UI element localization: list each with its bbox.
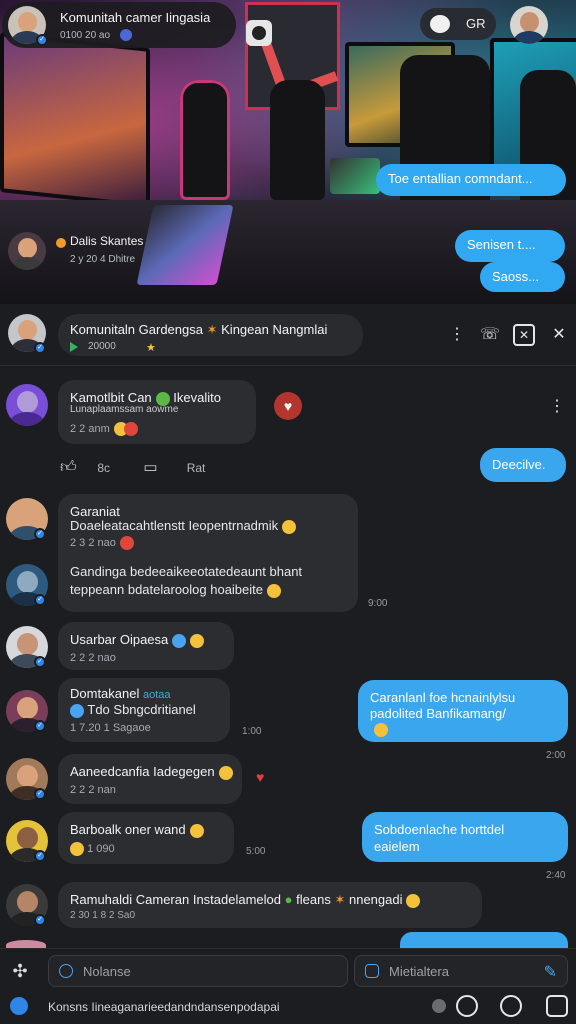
keyboard <box>330 158 380 194</box>
verified-icon: ✓ <box>34 594 46 606</box>
text-format-icon[interactable] <box>365 964 379 978</box>
avatar[interactable] <box>510 6 548 44</box>
message-bubble[interactable]: Ramuhaldi Cameran Instadelamelod ● flean… <box>58 882 482 928</box>
status-dot <box>432 999 446 1013</box>
message-time: 2:40 <box>546 870 566 881</box>
flame-icon <box>56 238 66 248</box>
gaming-chair <box>180 80 230 200</box>
verified-icon: ✓ <box>34 528 46 540</box>
secondary-input[interactable]: Mietialtera ✎ <box>354 955 568 987</box>
phone-icon[interactable]: ☏ <box>479 324 501 346</box>
hero-bubble: Senisen t.... <box>455 230 565 262</box>
pen-icon[interactable]: ✎ <box>544 962 557 982</box>
more-vertical-icon[interactable]: ⋮ <box>546 396 568 418</box>
close-icon[interactable]: ✕ <box>548 324 570 346</box>
input-bar: ✣ Nolanse Mietialtera ✎ Konsns Iineagana… <box>0 948 576 1024</box>
caption-meta: 2 y 20 4 Dhitre <box>70 254 136 265</box>
verified-icon: ✓ <box>36 34 48 46</box>
avatar[interactable] <box>6 384 48 426</box>
hero-video-panel[interactable]: ✓ Komunitah camer Iingasia 0100 20 ao GR… <box>0 0 576 304</box>
message-bubble[interactable]: Barboalk oner wand 1 090 <box>58 812 234 864</box>
verified-icon: ✓ <box>34 656 46 668</box>
verified-icon: ✓ <box>34 720 46 732</box>
outgoing-bubble[interactable]: Deecilve. <box>480 448 566 482</box>
hero-bubble: Toe entallian comndant... <box>376 164 566 196</box>
message-bubble[interactable]: Usarbar Oipaesa 2 2 2 nao <box>58 622 234 670</box>
chat-subtitle: 20000 <box>88 341 116 352</box>
sticker-icon[interactable]: ✣ <box>8 959 32 983</box>
message-time: 5:00 <box>246 846 266 857</box>
message-time: 2:00 <box>546 750 566 761</box>
bottom-text: Konsns Iineaganarieedandndansenpodapai <box>48 1000 280 1014</box>
keyboard <box>136 205 234 285</box>
message-bubble[interactable]: Aaneedcanfia Iadegegen 2 2 2 nan <box>58 754 242 804</box>
monitor-left <box>0 32 150 208</box>
verified-icon: ✓ <box>34 788 46 800</box>
like-icon[interactable]: 👍︎ <box>60 458 80 477</box>
reply-icon[interactable]: ▭ <box>143 458 163 476</box>
outgoing-bubble[interactable]: Caranlanl foe hcnainlylsu padolited Banf… <box>358 680 568 742</box>
status-icon <box>120 29 132 41</box>
hero-title: Komunitah camer Iingasia <box>60 10 211 25</box>
outgoing-bubble-partial[interactable] <box>400 932 568 948</box>
more-vertical-icon[interactable]: ⋮ <box>446 324 468 346</box>
message-bubble[interactable]: Garaniat Doaeleatacahtlenstt Ieopentrnad… <box>58 494 358 612</box>
emoji <box>374 723 388 737</box>
chat-title-pill[interactable]: Komunitaln Gardengsa ✶ Kingean Nangmlai … <box>58 314 363 356</box>
link-icon <box>430 15 450 33</box>
copy-icon[interactable] <box>546 995 568 1017</box>
message-bubble[interactable]: Kamotlbit Can Ikevalito Lunaplaamssam ao… <box>58 380 256 444</box>
outgoing-bubble[interactable]: Sobdoenlache horttdel eaielem <box>362 812 568 862</box>
chat-header: ✓ Komunitaln Gardengsa ✶ Kingean Nangmla… <box>0 304 576 366</box>
message-bubble[interactable]: Domtakanel aotaa Tdo Sbngcdritianel 1 7.… <box>58 678 230 742</box>
message-time: 9:00 <box>368 598 388 609</box>
avatar[interactable] <box>8 232 46 270</box>
clock-icon[interactable] <box>456 995 478 1017</box>
camera-icon[interactable] <box>246 20 272 46</box>
verified-icon: ✓ <box>34 342 46 354</box>
hero-subtitle: 0100 20 ao <box>60 30 111 41</box>
attach-icon[interactable] <box>59 964 73 978</box>
at-icon[interactable] <box>500 995 522 1017</box>
heart-reaction-icon[interactable]: ♥ <box>274 392 302 420</box>
caption-name: Dalis Skantes <box>70 234 144 248</box>
gaming-chair <box>270 80 325 200</box>
star-icon: ★ <box>146 342 156 354</box>
hero-header[interactable]: ✓ Komunitah camer Iingasia 0100 20 ao <box>2 2 236 48</box>
video-icon[interactable]: ✕ <box>513 324 535 346</box>
message-time: 1:00 <box>242 726 262 737</box>
hero-action-button[interactable]: GR <box>420 8 496 40</box>
message-input[interactable]: Nolanse <box>48 955 348 987</box>
verified-icon: ✓ <box>34 914 46 926</box>
verified-icon: ✓ <box>34 850 46 862</box>
chat-title: Komunitaln Gardengsa ✶ Kingean Nangmlai <box>70 322 328 337</box>
hero-bubble: Saoss... <box>480 262 565 292</box>
play-icon <box>70 342 78 352</box>
reaction-row: 👍︎ 8c ▭ Rat <box>60 458 206 477</box>
logo-icon <box>10 997 28 1015</box>
heart-reaction-icon[interactable]: ♥ <box>256 770 270 784</box>
